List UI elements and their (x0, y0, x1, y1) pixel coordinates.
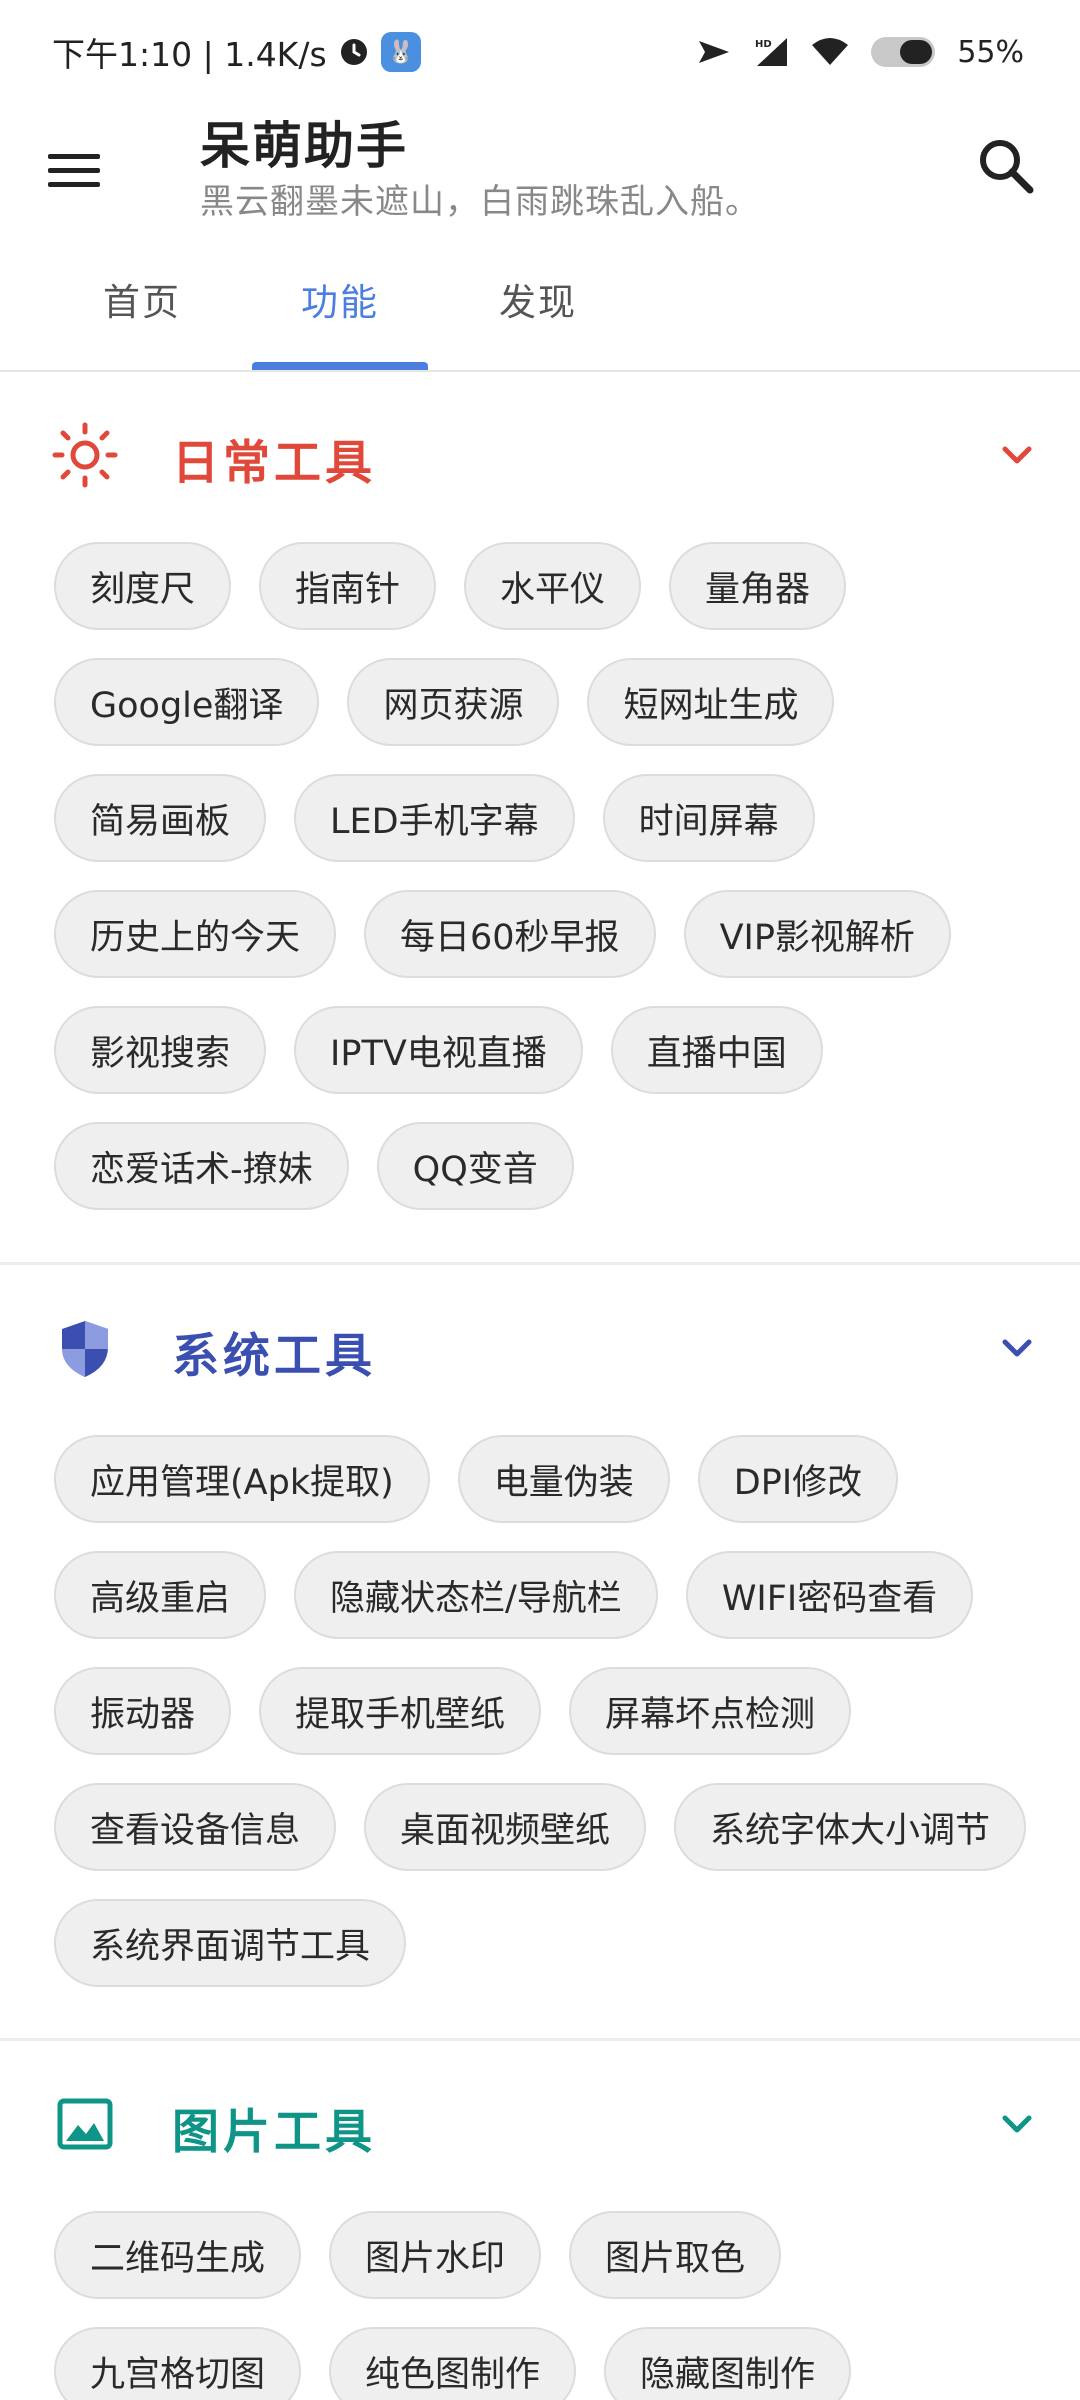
airplane-icon (697, 37, 731, 67)
tool-chip-image[interactable]: 隐藏图制作 (604, 2327, 852, 2400)
chip-list-system: 应用管理(Apk提取) 电量伪装 DPI修改高级重启 隐藏状态栏/导航栏 WIFI密码查… (0, 1435, 1080, 1987)
rabbit-icon: 🐰 (380, 32, 421, 72)
tool-chip-daily[interactable]: 影视搜索 (54, 1006, 267, 1094)
tool-chip-daily[interactable]: 短网址生成 (587, 658, 835, 746)
tool-chip-system[interactable]: 系统字体大小调节 (674, 1783, 1027, 1871)
section-header-system[interactable]: 系统工具 (0, 1265, 1080, 1435)
search-button[interactable] (970, 130, 1042, 202)
tool-chip-daily[interactable]: 直播中国 (610, 1006, 823, 1094)
tool-chip-system[interactable]: 桌面视频壁纸 (364, 1783, 647, 1871)
menu-icon-line (48, 181, 100, 187)
menu-icon-line (48, 153, 100, 159)
tool-chip-daily[interactable]: 简易画板 (54, 774, 267, 862)
tool-chip-image[interactable]: 二维码生成 (54, 2211, 302, 2299)
tool-chip-system[interactable]: 电量伪装 (457, 1435, 670, 1523)
active-tab-indicator (252, 362, 428, 370)
chip-list-image: 二维码生成 图片水印 图片取色九宫格切图 纯色图制作 隐藏图制作 (0, 2211, 1080, 2400)
hd-signal-icon: HD (753, 36, 789, 68)
tool-chip-daily[interactable]: IPTV电视直播 (294, 1006, 583, 1094)
search-icon (980, 140, 1034, 194)
section-daily-tools: 日常工具 刻度尺 指南针 水平仪 量角器 Google翻译 网页获源 短网址生成简易画板 LE… (0, 372, 1080, 1210)
tab-discover[interactable]: 发现 (448, 272, 628, 342)
tool-chip-daily[interactable]: 恋爱话术-撩妹 (54, 1122, 349, 1210)
chevron-down-icon[interactable] (992, 1323, 1042, 1373)
section-header-daily[interactable]: 日常工具 (0, 372, 1080, 542)
section-title-image: 图片工具 (172, 2105, 376, 2160)
section-title-system: 系统工具 (172, 1329, 376, 1384)
tool-chip-daily[interactable]: 刻度尺 (54, 542, 232, 630)
section-title-daily: 日常工具 (172, 436, 376, 491)
chevron-down-icon[interactable] (992, 2099, 1042, 2149)
tool-chip-daily[interactable]: QQ变音 (376, 1122, 574, 1210)
tool-chip-daily[interactable]: 水平仪 (464, 542, 642, 630)
image-icon (52, 2091, 118, 2157)
tool-chip-daily[interactable]: LED手机字幕 (294, 774, 575, 862)
tool-chip-daily[interactable]: 时间屏幕 (602, 774, 815, 862)
tool-chip-system[interactable]: 提取手机壁纸 (259, 1667, 542, 1755)
tool-chip-daily[interactable]: 每日60秒早报 (364, 890, 656, 978)
tab-features[interactable]: 功能 (252, 272, 428, 342)
tool-chip-system[interactable]: 应用管理(Apk提取) (54, 1435, 430, 1523)
menu-button[interactable] (48, 142, 104, 198)
tool-chip-system[interactable]: DPI修改 (697, 1435, 899, 1523)
battery-icon (871, 37, 936, 67)
section-system-tools: 系统工具 应用管理(Apk提取) 电量伪装 DPI修改高级重启 隐藏状态栏/导航栏 WI… (0, 1265, 1080, 1987)
tool-chip-daily[interactable]: VIP影视解析 (683, 890, 951, 978)
app-bar: 呆萌助手 黑云翻墨未遮山，白雨跳珠乱入船。 (0, 104, 1080, 244)
app-subtitle: 黑云翻墨未遮山，白雨跳珠乱入船。 (200, 182, 760, 222)
tool-chip-image[interactable]: 图片水印 (329, 2211, 542, 2299)
tool-chip-daily[interactable]: 网页获源 (347, 658, 560, 746)
app-title: 呆萌助手 (200, 117, 408, 175)
tool-chip-image[interactable]: 图片取色 (569, 2211, 782, 2299)
tool-chip-daily[interactable]: 量角器 (669, 542, 847, 630)
tool-chip-daily[interactable]: 指南针 (259, 542, 437, 630)
wifi-icon (811, 37, 849, 67)
status-bar: 下午1:10 | 1.4K/s 🐰 HD 55% (0, 0, 1080, 104)
chip-list-daily: 刻度尺 指南针 水平仪 量角器 Google翻译 网页获源 短网址生成简易画板 LED手机字幕… (0, 542, 1080, 1210)
section-image-tools: 图片工具 二维码生成 图片水印 图片取色九宫格切图 纯色图制作 隐藏图制作 (0, 2041, 1080, 2400)
tool-chip-daily[interactable]: Google翻译 (54, 658, 320, 746)
menu-icon-line (48, 167, 100, 173)
tool-chip-system[interactable]: 振动器 (54, 1667, 232, 1755)
tab-bar: 首页 功能 发现 (0, 250, 1080, 372)
status-left: 下午1:10 | 1.4K/s 🐰 (52, 28, 421, 76)
tool-chip-daily[interactable]: 历史上的今天 (54, 890, 337, 978)
shield-icon (52, 1315, 118, 1381)
battery-level (900, 40, 933, 64)
tool-chip-image[interactable]: 纯色图制作 (329, 2327, 577, 2400)
tool-chip-system[interactable]: 高级重启 (54, 1551, 267, 1639)
tool-chip-image[interactable]: 九宫格切图 (54, 2327, 302, 2400)
tool-chip-system[interactable]: 系统界面调节工具 (54, 1899, 407, 1987)
tool-chip-system[interactable]: 隐藏状态栏/导航栏 (294, 1551, 658, 1639)
tool-chip-system[interactable]: WIFI密码查看 (685, 1551, 974, 1639)
tool-chip-system[interactable]: 屏幕坏点检测 (569, 1667, 852, 1755)
sun-icon (52, 422, 118, 488)
alarm-clock-icon (339, 37, 369, 67)
status-time: 下午1:10 | 1.4K/s (52, 35, 327, 74)
section-header-image[interactable]: 图片工具 (0, 2041, 1080, 2211)
status-right: HD 55% (697, 35, 1024, 70)
chevron-down-icon[interactable] (992, 430, 1042, 480)
battery-percent: 55% (957, 34, 1024, 70)
tool-chip-system[interactable]: 查看设备信息 (54, 1783, 337, 1871)
tab-home[interactable]: 首页 (52, 272, 232, 342)
svg-text:HD: HD (755, 39, 772, 50)
